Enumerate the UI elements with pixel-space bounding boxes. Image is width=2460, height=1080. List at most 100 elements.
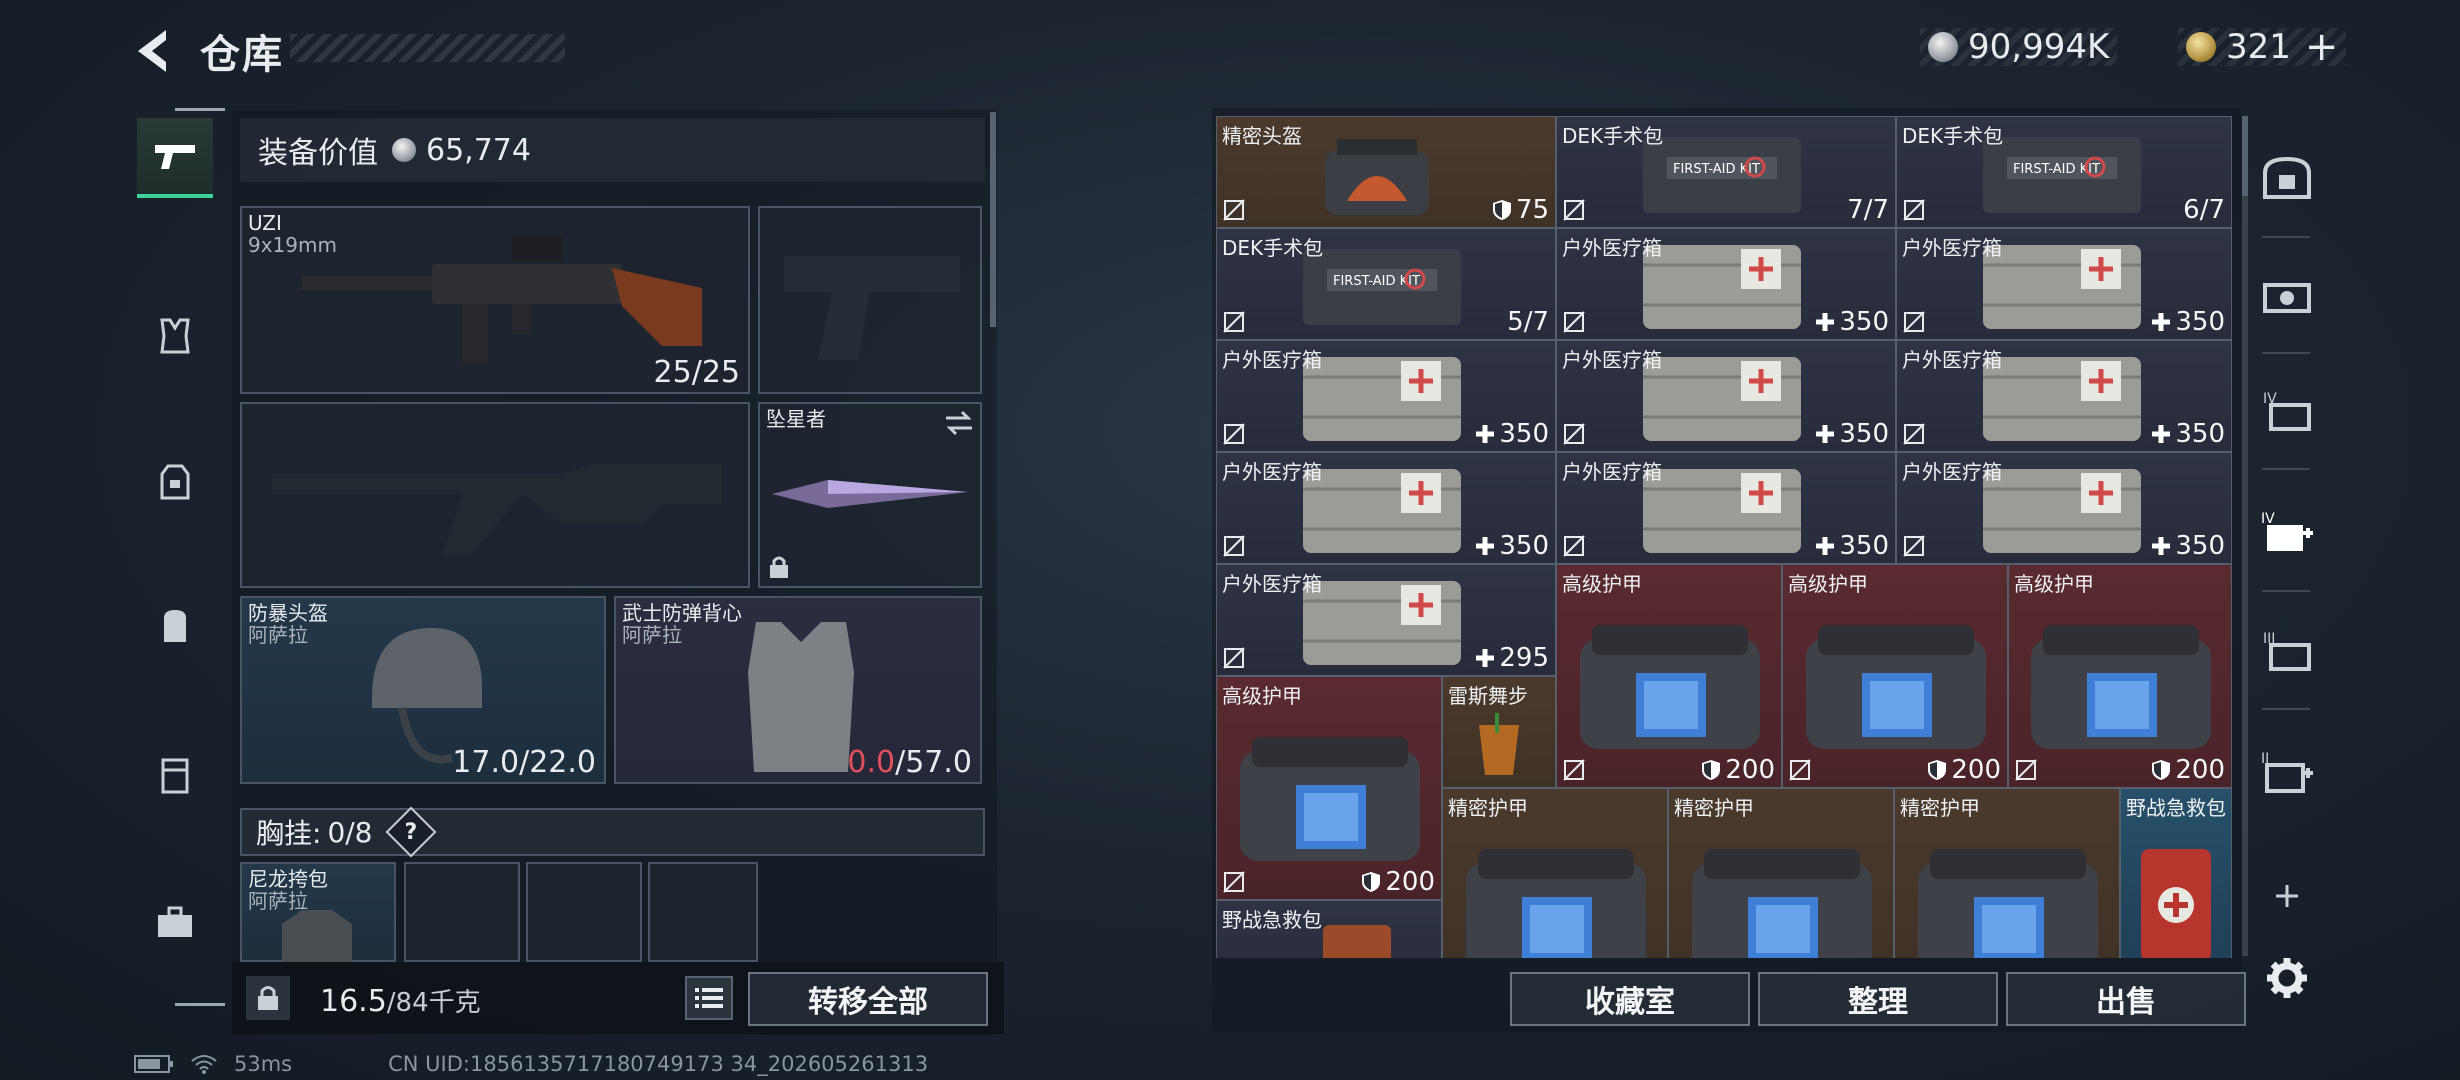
back-arrow-icon[interactable] bbox=[128, 24, 182, 78]
sidebar-item-toolbox[interactable] bbox=[137, 884, 213, 960]
storage-item[interactable]: 雷斯舞步 bbox=[1442, 676, 1556, 788]
tab-tier3[interactable]: III bbox=[2252, 612, 2322, 688]
storage-item[interactable]: 高级护甲 200 bbox=[1782, 564, 2008, 788]
sidebar-item-weapon[interactable] bbox=[137, 118, 213, 198]
tab-vehicle[interactable] bbox=[2252, 256, 2322, 332]
storage-item[interactable]: 野战急救包 bbox=[1216, 900, 1442, 958]
item-count: 350 bbox=[1815, 419, 1889, 449]
silver-currency[interactable]: 90,994K bbox=[1920, 27, 2118, 67]
weight-lock-button[interactable] bbox=[246, 976, 290, 1020]
medbox-icon bbox=[1637, 235, 1807, 339]
carry-weight: 16.5/84千克 bbox=[320, 982, 481, 1019]
storage-item[interactable]: 户外医疗箱 350 bbox=[1896, 228, 2232, 340]
storage-scrollbar-thumb[interactable] bbox=[2242, 116, 2248, 196]
storage-item[interactable]: FIRST-AID KIT DEK手术包 5/7 bbox=[1216, 228, 1556, 340]
storage-item[interactable]: 高级护甲 200 bbox=[1556, 564, 1782, 788]
armorbag-icon bbox=[1910, 837, 2106, 958]
help-icon[interactable]: ? bbox=[385, 806, 436, 858]
storage-item[interactable]: FIRST-AID KIT DEK手术包 6/7 bbox=[1896, 116, 2232, 228]
no-trade-icon bbox=[1223, 423, 1245, 445]
item-name: 精密头盔 bbox=[1222, 124, 1302, 148]
medbox-icon bbox=[1297, 459, 1467, 563]
equipment-value-label: 装备价值 bbox=[258, 136, 378, 171]
gold-amount: 321 bbox=[2226, 27, 2291, 67]
storage-item[interactable]: 精密护甲 bbox=[1894, 788, 2120, 958]
storage-item[interactable]: 野战急救包 bbox=[2120, 788, 2232, 958]
page-title: 仓库 bbox=[200, 32, 284, 78]
no-trade-icon bbox=[1903, 423, 1925, 445]
item-name: 精密护甲 bbox=[1448, 796, 1528, 820]
collection-room-button[interactable]: 收藏室 bbox=[1510, 972, 1750, 1026]
heal-plus-icon bbox=[2152, 313, 2171, 331]
sidebar-item-armor[interactable] bbox=[137, 444, 213, 520]
tab-tier4-medical[interactable]: IV bbox=[2252, 494, 2322, 570]
storage-item[interactable]: 户外医疗箱 350 bbox=[1896, 452, 2232, 564]
item-name: 精密护甲 bbox=[1674, 796, 1754, 820]
vehicle-icon bbox=[2263, 283, 2311, 313]
settings-button[interactable] bbox=[2252, 940, 2322, 1016]
item-count-value: 200 bbox=[1725, 755, 1775, 785]
pocket-slot[interactable] bbox=[526, 862, 642, 962]
add-currency-icon[interactable]: + bbox=[2305, 24, 2339, 70]
storage-item[interactable]: FIRST-AID KIT DEK手术包 7/7 bbox=[1556, 116, 1896, 228]
item-count: 350 bbox=[2151, 307, 2225, 337]
helmet-name: 防暴头盔 bbox=[248, 601, 328, 625]
swap-icon[interactable] bbox=[944, 410, 974, 436]
pistol-icon bbox=[155, 145, 195, 169]
equipment-scrollbar[interactable] bbox=[990, 112, 996, 327]
medbox-icon bbox=[1297, 571, 1467, 675]
storage-item[interactable]: 户外医疗箱 350 bbox=[1556, 452, 1896, 564]
tab-tier4[interactable]: IV bbox=[2252, 372, 2322, 448]
item-count: 200 bbox=[2151, 755, 2225, 785]
sort-button[interactable]: 整理 bbox=[1758, 972, 1998, 1026]
sidebar-item-backpack[interactable] bbox=[137, 588, 213, 664]
tab-armor[interactable] bbox=[2252, 140, 2322, 216]
locker-icon bbox=[161, 758, 189, 794]
vest-durability: 0.0 bbox=[847, 745, 896, 780]
sidebar-item-locker[interactable] bbox=[137, 738, 213, 814]
primary-weapon-slot[interactable]: UZI 9x19mm 25/25 bbox=[240, 206, 750, 394]
item-name: DEK手术包 bbox=[1222, 236, 1324, 260]
storage-item[interactable]: 户外医疗箱 350 bbox=[1216, 340, 1556, 452]
sidearm-slot[interactable] bbox=[758, 206, 982, 394]
storage-item[interactable]: 高级护甲 200 bbox=[2008, 564, 2232, 788]
melee-slot[interactable]: 坠星者 bbox=[758, 402, 982, 588]
storage-item[interactable]: 户外医疗箱 295 bbox=[1216, 564, 1556, 676]
tab-tier2-medical[interactable]: II bbox=[2252, 734, 2322, 810]
heal-plus-icon bbox=[1816, 313, 1835, 331]
armorbag-icon bbox=[1798, 613, 1994, 757]
item-count-value: 5/7 bbox=[1507, 307, 1549, 337]
gold-currency[interactable]: 321 + bbox=[2178, 24, 2347, 70]
storage-item[interactable]: 户外医疗箱 350 bbox=[1556, 228, 1896, 340]
storage-scrollbar[interactable] bbox=[2242, 116, 2248, 956]
no-trade-icon bbox=[1903, 199, 1925, 221]
storage-item[interactable]: 户外医疗箱 350 bbox=[1216, 452, 1556, 564]
no-trade-icon bbox=[2015, 759, 2037, 781]
list-view-button[interactable] bbox=[685, 976, 733, 1020]
pocket-slot[interactable] bbox=[648, 862, 758, 962]
pocket-slot[interactable] bbox=[404, 862, 520, 962]
armorbag-icon bbox=[1572, 613, 1768, 757]
storage-item[interactable]: 精密护甲 bbox=[1442, 788, 1668, 958]
body-armor-slot[interactable]: 武士防弹背心 阿萨拉 0.0/57.0 bbox=[614, 596, 982, 784]
add-tab-button[interactable] bbox=[2252, 858, 2322, 934]
item-name: DEK手术包 bbox=[1902, 124, 2004, 148]
equipment-value-bar: 装备价值 65,774 bbox=[240, 118, 985, 182]
pistol-silhouette-icon bbox=[784, 256, 960, 360]
storage-item[interactable]: 精密头盔 75 bbox=[1216, 116, 1556, 228]
helmet-slot[interactable]: 防暴头盔 阿萨拉 17.0/22.0 bbox=[240, 596, 606, 784]
helmet-icon bbox=[1317, 131, 1437, 225]
sidebar-item-vest[interactable] bbox=[137, 298, 213, 374]
sell-button[interactable]: 出售 bbox=[2006, 972, 2246, 1026]
item-name: 户外医疗箱 bbox=[1902, 348, 2002, 372]
item-name: 户外医疗箱 bbox=[1222, 348, 1322, 372]
transfer-all-button[interactable]: 转移全部 bbox=[748, 972, 988, 1026]
item-count: 350 bbox=[2151, 419, 2225, 449]
storage-item[interactable]: 高级护甲 200 bbox=[1216, 676, 1442, 900]
storage-item[interactable]: 精密护甲 bbox=[1668, 788, 1894, 958]
storage-item[interactable]: 户外医疗箱 350 bbox=[1896, 340, 2232, 452]
pouch-slot[interactable]: 尼龙挎包 阿萨拉 bbox=[240, 862, 396, 962]
secondary-weapon-slot[interactable] bbox=[240, 402, 750, 588]
storage-item[interactable]: 户外医疗箱 350 bbox=[1556, 340, 1896, 452]
no-trade-icon bbox=[1223, 199, 1245, 221]
